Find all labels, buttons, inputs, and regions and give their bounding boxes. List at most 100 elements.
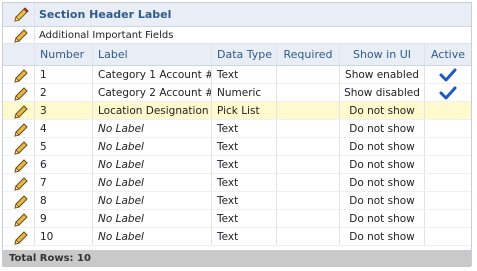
table-footer: Total Rows: 10 [3,250,471,267]
row-number: 10 [35,228,93,245]
pencil-edit-icon[interactable] [12,6,30,24]
table-row[interactable]: 4 No Label Text Do not show [3,120,471,138]
column-header-active[interactable]: Active [425,44,471,65]
row-edit-cell [3,156,35,173]
row-label: No Label [93,138,212,155]
column-header-row: Number Label Data Type Required Show in … [3,44,471,66]
row-show-in-ui: Do not show [340,210,425,227]
pencil-icon[interactable] [12,85,30,101]
row-data-type: Text [212,228,277,245]
column-header-required[interactable]: Required [277,44,340,65]
section-title: Section Header Label [39,8,172,21]
row-data-type: Text [212,138,277,155]
row-number: 9 [35,210,93,227]
table-row[interactable]: 1 Category 1 Account # Text Show enabled [3,66,471,84]
row-required [277,66,340,83]
row-active [425,228,471,245]
row-label: No Label [93,228,212,245]
row-active [425,120,471,137]
row-number: 3 [35,102,93,119]
total-rows: Total Rows: 10 [9,253,91,264]
column-header-data-type[interactable]: Data Type [212,44,277,65]
row-required [277,138,340,155]
row-show-in-ui: Do not show [340,102,425,119]
column-header-number[interactable]: Number [35,44,93,65]
row-data-type: Text [212,192,277,209]
row-active [425,174,471,191]
row-active [425,66,471,83]
row-number: 1 [35,66,93,83]
row-edit-cell [3,66,35,83]
pencil-icon[interactable] [12,157,30,173]
row-number: 4 [35,120,93,137]
row-data-type: Text [212,66,277,83]
row-edit-cell [3,138,35,155]
row-active [425,102,471,119]
row-label: No Label [93,174,212,191]
row-data-type: Pick List [212,102,277,119]
pencil-icon[interactable] [12,121,30,137]
row-label: No Label [93,156,212,173]
pencil-icon[interactable] [12,27,30,43]
row-required [277,102,340,119]
row-edit-cell [3,192,35,209]
table-row[interactable]: 6 No Label Text Do not show [3,156,471,174]
row-number: 8 [35,192,93,209]
subsection-title: Additional Important Fields [39,30,174,41]
row-edit-cell [3,174,35,191]
row-data-type: Text [212,120,277,137]
pencil-icon[interactable] [12,211,30,227]
row-label: Location Designation [93,102,212,119]
row-required [277,192,340,209]
column-header-edit [3,44,35,65]
table-row[interactable]: 7 No Label Text Do not show [3,174,471,192]
row-required [277,120,340,137]
table-row[interactable]: 10 No Label Text Do not show [3,228,471,246]
row-show-in-ui: Do not show [340,192,425,209]
row-show-in-ui: Show disabled [340,84,425,101]
row-active [425,156,471,173]
row-label: No Label [93,192,212,209]
checkmark-icon [439,86,457,100]
row-active [425,84,471,101]
row-required [277,84,340,101]
row-show-in-ui: Do not show [340,156,425,173]
row-label: Category 2 Account # [93,84,212,101]
section-edit-cell [3,3,35,26]
row-number: 5 [35,138,93,155]
row-required [277,210,340,227]
row-data-type: Text [212,156,277,173]
row-edit-cell [3,210,35,227]
row-label: No Label [93,210,212,227]
row-show-in-ui: Do not show [340,120,425,137]
pencil-icon[interactable] [12,193,30,209]
row-edit-cell [3,228,35,245]
checkmark-icon [439,68,457,82]
column-header-show-in-ui[interactable]: Show in UI [340,44,425,65]
table-row[interactable]: 9 No Label Text Do not show [3,210,471,228]
row-show-in-ui: Show enabled [340,66,425,83]
column-header-label[interactable]: Label [93,44,212,65]
row-edit-cell [3,84,35,101]
row-active [425,192,471,209]
row-show-in-ui: Do not show [340,228,425,245]
pencil-icon[interactable] [12,175,30,191]
row-number: 6 [35,156,93,173]
table-row[interactable]: 2 Category 2 Account # Numeric Show disable… [3,84,471,102]
table-row[interactable]: 8 No Label Text Do not show [3,192,471,210]
row-active [425,138,471,155]
pencil-icon[interactable] [12,229,30,245]
row-active [425,210,471,227]
row-edit-cell [3,102,35,119]
section-header: Section Header Label [3,3,471,27]
row-required [277,156,340,173]
subsection-row: Additional Important Fields [3,27,471,44]
pencil-icon[interactable] [12,103,30,119]
row-data-type: Text [212,174,277,191]
table-row[interactable]: 5 No Label Text Do not show [3,138,471,156]
table-row[interactable]: 3 Location Designation Pick List Do not sho… [3,102,471,120]
pencil-icon[interactable] [12,139,30,155]
row-label: Category 1 Account # [93,66,212,83]
pencil-icon[interactable] [12,67,30,83]
fields-panel: Section Header Label Additional Importan… [2,2,472,267]
